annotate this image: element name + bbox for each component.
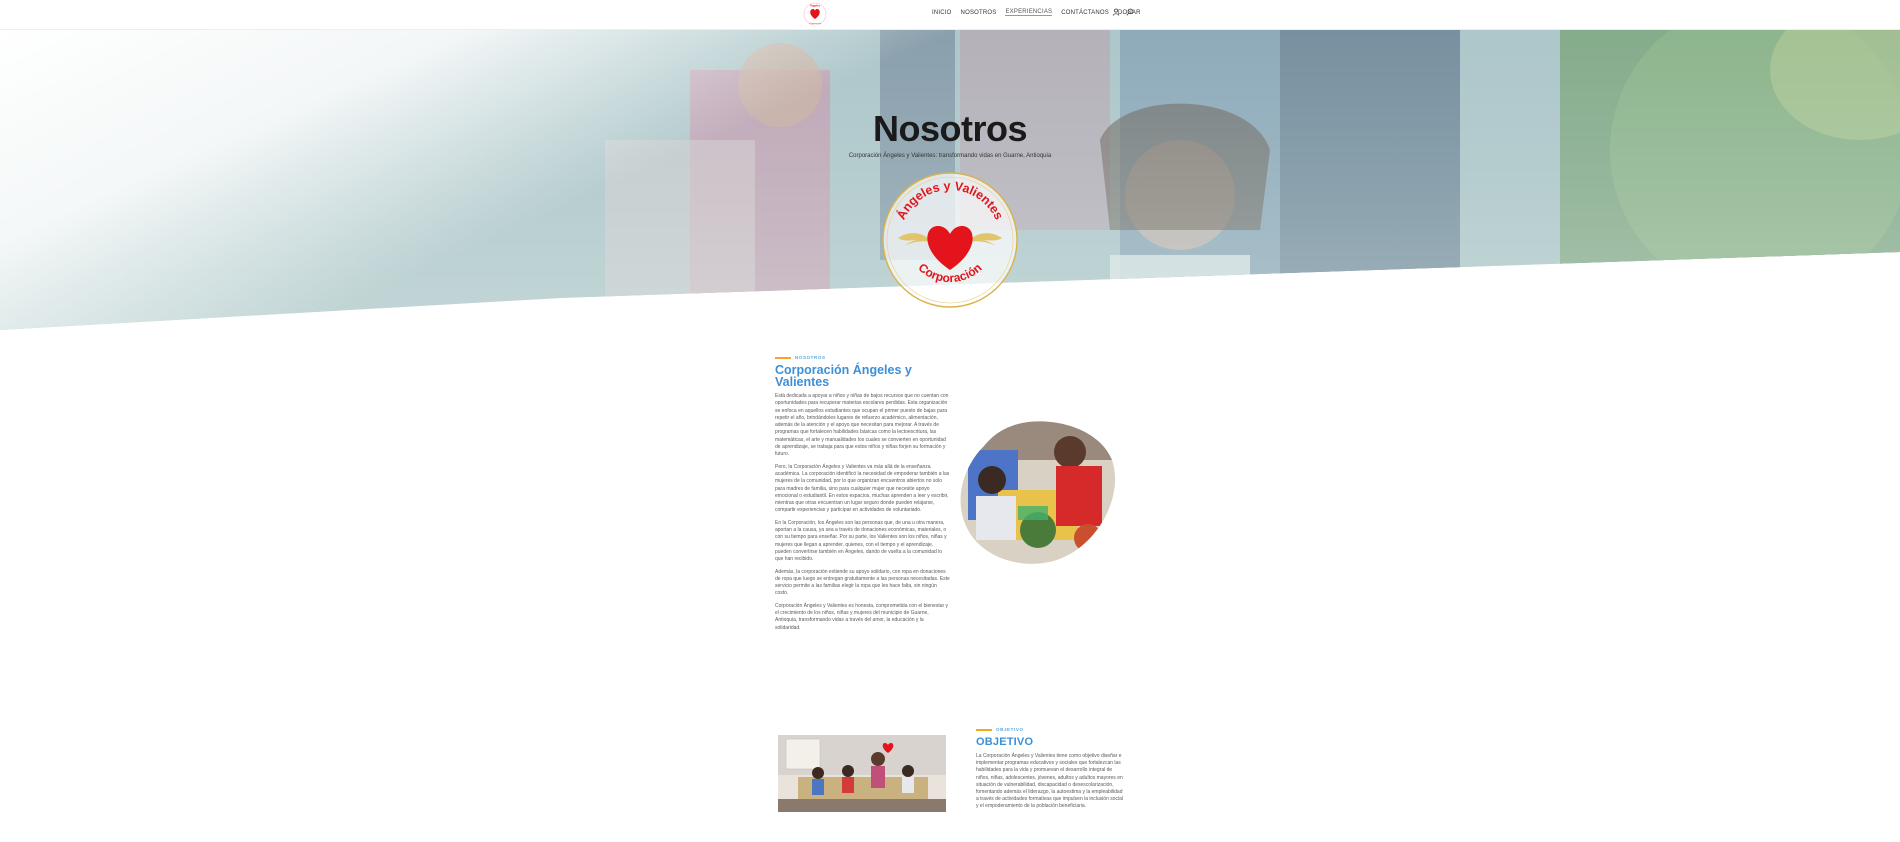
- nav-item-nosotros[interactable]: NOSOTROS: [961, 10, 997, 16]
- eyebrow-divider: [976, 728, 992, 731]
- about-paragraph-3: En la Corporación, los Ángeles son las p…: [775, 519, 947, 563]
- objective-eyebrow-label: OBJETIVO: [996, 727, 1024, 732]
- hero-section: Nosotros Corporación Ángeles y Valientes…: [0, 30, 1900, 330]
- svg-text:Corporación: Corporación: [809, 22, 822, 25]
- page-title: Nosotros: [872, 108, 1028, 149]
- about-paragraph-1: Está dedicada a apoyar a niños y niñas d…: [775, 393, 949, 458]
- about-eyebrow: NOSOTROS: [775, 355, 950, 360]
- logo[interactable]: Ángeles Corporación: [802, 1, 828, 27]
- user-icon[interactable]: [1112, 8, 1120, 16]
- search-icon[interactable]: [1126, 8, 1134, 16]
- objective-photo: [778, 735, 946, 812]
- eyebrow-divider: [775, 356, 791, 359]
- site-header: Ángeles Corporación INICIO NOSOTROS EXPE…: [0, 0, 1900, 30]
- objective-section: OBJETIVO OBJETIVO La Corporación Ángeles…: [976, 727, 1124, 811]
- about-eyebrow-label: NOSOTROS: [795, 355, 826, 360]
- objective-title: OBJETIVO: [976, 736, 1034, 748]
- about-paragraph-5: Corporación Ángeles y Valientes es hones…: [775, 602, 949, 631]
- about-paragraph-2: Pero, la Corporación Ángeles y Valientes…: [775, 463, 950, 514]
- corporation-emblem: Ángeles y Valientes Corporación: [882, 172, 1018, 308]
- about-section: NOSOTROS Corporación Ángeles y Valientes…: [775, 355, 950, 632]
- nav-item-inicio[interactable]: INICIO: [932, 10, 952, 16]
- main-nav: INICIO NOSOTROS EXPERIENCIAS CONTÁCTANOS…: [932, 9, 1141, 16]
- nav-icons: [1112, 8, 1134, 16]
- nav-item-contactanos[interactable]: CONTÁCTANOS: [1061, 10, 1109, 16]
- nav-item-experiencias[interactable]: EXPERIENCIAS: [1005, 9, 1053, 16]
- objective-paragraph: La Corporación Ángeles y Valientes tiene…: [976, 753, 1124, 810]
- about-title: Corporación Ángeles y Valientes: [775, 363, 912, 389]
- objective-eyebrow: OBJETIVO: [976, 727, 1124, 732]
- page-subtitle: Corporación Ángeles y Valientes: transfo…: [848, 153, 1052, 159]
- about-paragraph-4: Además, la corporación extiende su apoyo…: [775, 568, 950, 597]
- about-photo: [960, 421, 1116, 564]
